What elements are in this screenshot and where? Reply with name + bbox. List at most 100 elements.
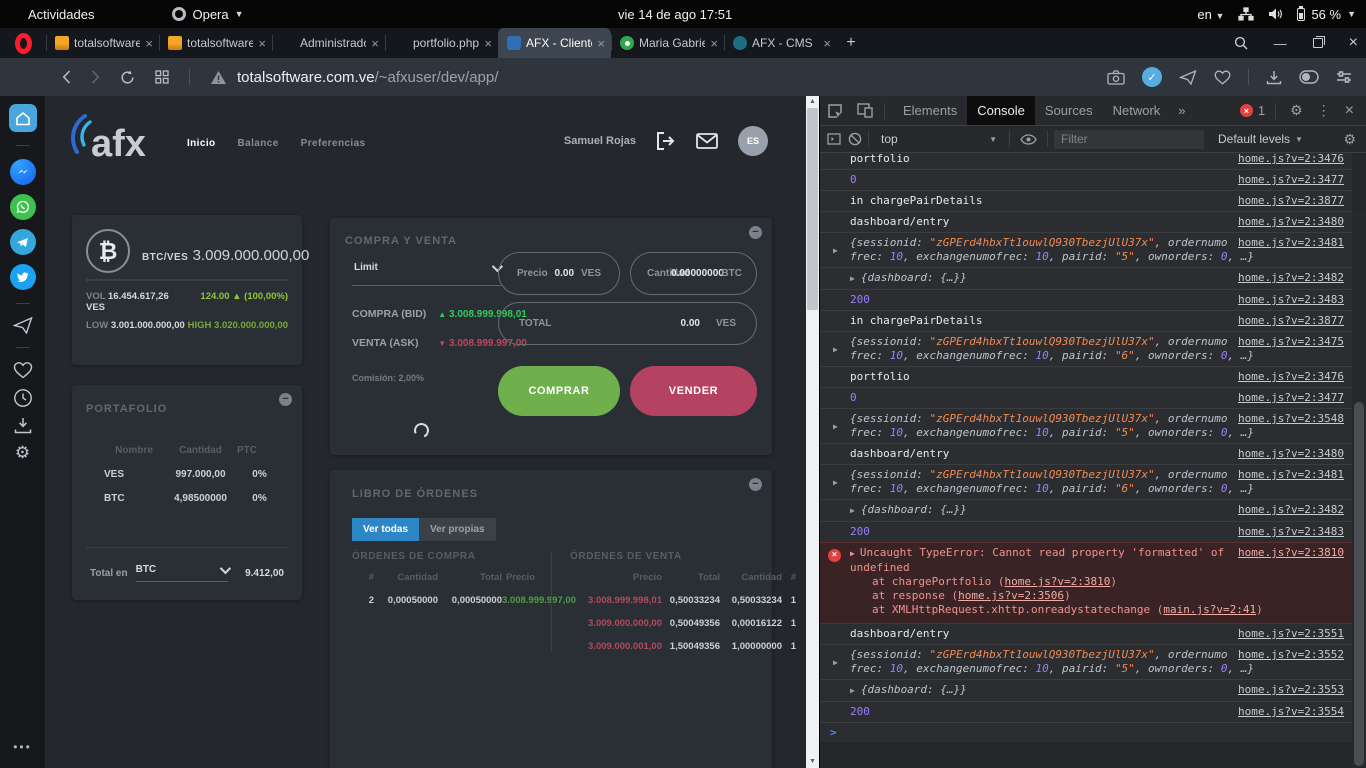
wallet-icon[interactable]	[1299, 70, 1319, 84]
avatar[interactable]: ES	[738, 126, 768, 156]
afx-logo[interactable]: afx	[63, 108, 158, 177]
sidebar-overflow-icon[interactable]: •••	[13, 740, 32, 754]
network-icon[interactable]	[1238, 7, 1254, 21]
close-icon[interactable]: ×	[371, 36, 379, 51]
quantity-input[interactable]: Cantidad 0.00000000 BTC	[630, 252, 757, 295]
close-icon[interactable]: ×	[597, 36, 605, 51]
nav-item[interactable]: Balance	[238, 138, 279, 149]
browser-tab[interactable]: totalsoftware.la ×	[159, 28, 272, 58]
source-link[interactable]: home.js?v=2:3810	[1238, 546, 1344, 560]
devtools-tab[interactable]: Console	[967, 96, 1035, 125]
opera-logo[interactable]	[0, 28, 46, 58]
devtools-tab[interactable]: Elements	[893, 96, 967, 125]
twitter-icon[interactable]	[10, 264, 36, 290]
reload-icon[interactable]	[120, 70, 135, 85]
battery-indicator[interactable]: 56 % ▼	[1297, 7, 1356, 22]
url-field[interactable]: totalsoftware.com.ve/~afxuser/dev/app/	[210, 69, 498, 86]
source-link[interactable]: home.js?v=2:3477	[1238, 391, 1344, 405]
console-settings-icon[interactable]: ⚙	[1343, 131, 1356, 148]
devtools-menu-icon[interactable]: ⋮	[1317, 102, 1331, 119]
devtools-close-icon[interactable]: ×	[1345, 102, 1354, 120]
vpn-shield-icon[interactable]: ✓	[1142, 67, 1162, 87]
source-link[interactable]: main.js?v=2:41	[1163, 603, 1256, 616]
close-icon[interactable]: ×	[484, 36, 492, 51]
new-tab-button[interactable]: +	[837, 28, 865, 58]
log-levels-select[interactable]: Default levels▼	[1218, 132, 1303, 146]
nav-item[interactable]: Inicio	[187, 138, 216, 149]
devtools-tab[interactable]: Network	[1103, 96, 1171, 125]
console-sidebar-icon[interactable]	[827, 133, 841, 145]
history-clock-icon[interactable]	[13, 388, 33, 408]
close-window-button[interactable]: ×	[1349, 35, 1358, 51]
minimize-button[interactable]: —	[1274, 37, 1287, 50]
device-toolbar-icon[interactable]	[857, 103, 873, 118]
console-prompt[interactable]: >	[820, 722, 1352, 742]
site-warning-icon[interactable]	[210, 70, 227, 85]
tab-ver-propias[interactable]: Ver propias	[419, 518, 495, 541]
logout-icon[interactable]	[656, 132, 676, 150]
buy-button[interactable]: COMPRAR	[498, 366, 620, 416]
source-link[interactable]: home.js?v=2:3877	[1238, 194, 1344, 208]
snapshot-camera-icon[interactable]	[1107, 70, 1125, 85]
language-indicator[interactable]: en ▼	[1197, 7, 1224, 22]
bookmarks-heart-icon[interactable]	[13, 361, 33, 379]
total-input[interactable]: TOTAL 0.00VES	[498, 302, 757, 345]
close-icon[interactable]: ×	[823, 36, 831, 51]
bookmark-heart-icon[interactable]	[1214, 70, 1231, 85]
source-link[interactable]: home.js?v=2:3476	[1238, 153, 1344, 166]
source-link[interactable]: home.js?v=2:3554	[1238, 705, 1344, 719]
source-link[interactable]: home.js?v=2:3551	[1238, 627, 1344, 641]
my-flow-icon[interactable]	[1179, 70, 1197, 85]
inspect-element-icon[interactable]	[827, 103, 843, 119]
filter-input[interactable]	[1054, 130, 1204, 149]
volume-icon[interactable]	[1268, 7, 1283, 21]
scrollbar-thumb[interactable]	[807, 108, 818, 310]
speed-dial-icon[interactable]	[155, 70, 169, 84]
browser-tab[interactable]: portfolio.php - A ×	[385, 28, 498, 58]
mail-icon[interactable]	[696, 133, 718, 149]
settings-gear-icon[interactable]: ⚙	[15, 443, 30, 463]
whatsapp-icon[interactable]	[10, 194, 36, 220]
source-link[interactable]: home.js?v=2:3553	[1238, 683, 1344, 697]
source-link[interactable]: home.js?v=2:3477	[1238, 173, 1344, 187]
browser-tab[interactable]: Administrador d ×	[272, 28, 385, 58]
activities-button[interactable]: Actividades	[28, 7, 94, 22]
collapse-icon[interactable]: −	[279, 393, 292, 406]
total-currency-select[interactable]: BTC	[136, 564, 228, 582]
browser-tab[interactable]: AFX - CMS ×	[724, 28, 837, 58]
back-icon[interactable]	[62, 70, 71, 84]
clear-console-icon[interactable]	[848, 132, 862, 146]
source-link[interactable]: home.js?v=2:3476	[1238, 370, 1344, 384]
price-input[interactable]: Precio 0.00 VES	[498, 252, 620, 295]
source-link[interactable]: home.js?v=2:3482	[1238, 503, 1344, 517]
page-scrollbar[interactable]: ▲ ▼	[806, 96, 819, 768]
easy-setup-icon[interactable]	[1336, 70, 1352, 84]
collapse-icon[interactable]: −	[749, 226, 762, 239]
clock[interactable]: vie 14 de ago 17:51	[618, 0, 732, 28]
live-expression-eye-icon[interactable]	[1020, 134, 1037, 145]
sell-button[interactable]: VENDER	[630, 366, 757, 416]
browser-tab[interactable]: totalsoftware.la ×	[46, 28, 159, 58]
context-selector[interactable]: top▼	[875, 132, 1003, 146]
more-tabs-icon[interactable]: »	[1170, 103, 1193, 118]
source-link[interactable]: home.js?v=2:3483	[1238, 293, 1344, 307]
downloads-icon[interactable]	[1266, 70, 1282, 85]
flow-send-icon[interactable]	[13, 317, 33, 334]
scroll-down-icon[interactable]: ▼	[806, 756, 819, 768]
browser-tab[interactable]: Maria Gabriela H ×	[611, 28, 724, 58]
scrollbar-thumb[interactable]	[1354, 402, 1364, 766]
source-link[interactable]: home.js?v=2:3483	[1238, 525, 1344, 539]
downloads-icon[interactable]	[14, 417, 32, 434]
order-type-select[interactable]: Limit	[352, 254, 502, 286]
close-icon[interactable]: ×	[258, 36, 266, 51]
nav-item[interactable]: Preferencias	[301, 138, 366, 149]
forward-icon[interactable]	[91, 70, 100, 84]
messenger-icon[interactable]	[10, 159, 36, 185]
close-icon[interactable]: ×	[145, 36, 153, 51]
scroll-up-icon[interactable]: ▲	[806, 96, 819, 108]
devtools-tab[interactable]: Sources	[1035, 96, 1103, 125]
close-icon[interactable]: ×	[710, 36, 718, 51]
source-link[interactable]: home.js?v=2:3480	[1238, 215, 1344, 229]
tab-ver-todas[interactable]: Ver todas	[352, 518, 419, 541]
source-link[interactable]: home.js?v=2:3482	[1238, 271, 1344, 285]
